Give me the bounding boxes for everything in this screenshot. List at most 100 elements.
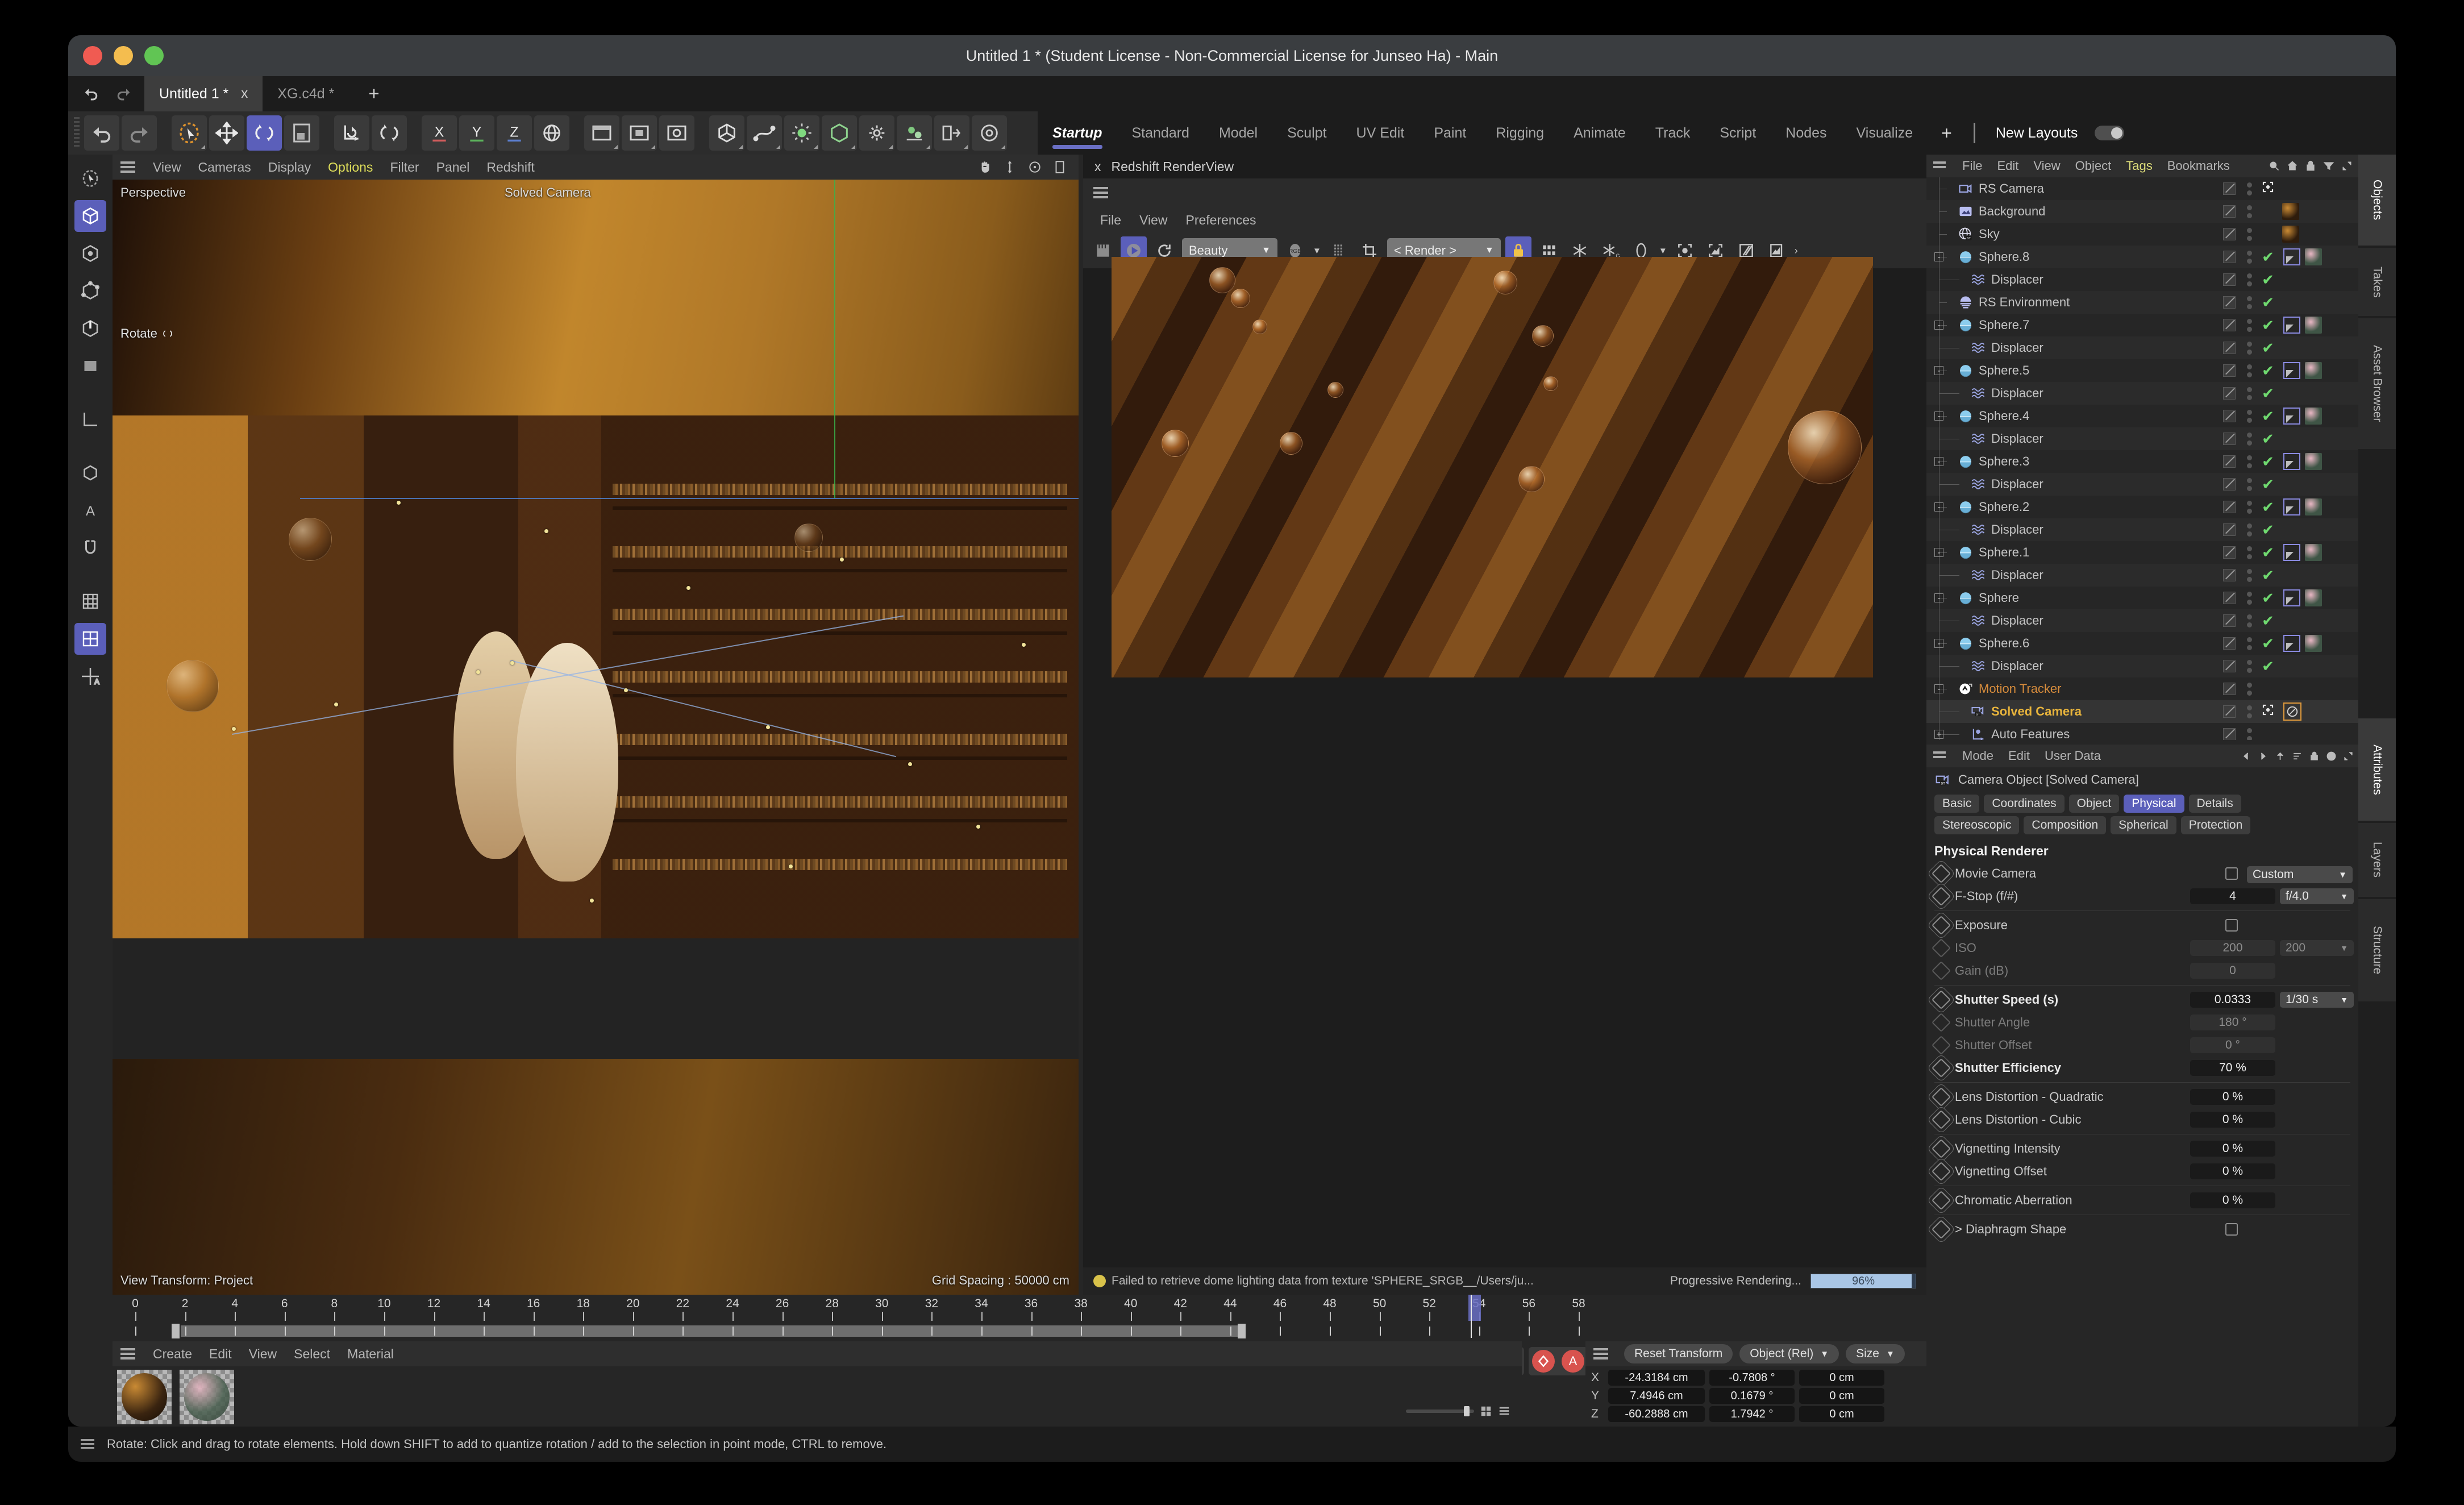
object-menu-edit[interactable]: Edit <box>1989 159 2026 173</box>
thumbnail-size-slider[interactable] <box>1406 1406 1474 1416</box>
object-menu-tags[interactable]: Tags <box>2118 159 2159 173</box>
minimize-window-button[interactable] <box>114 46 133 65</box>
viewport-menu-cameras[interactable]: Cameras <box>189 160 259 175</box>
visibility-dots[interactable] <box>2244 182 2255 196</box>
keyframe-diamond-icon[interactable] <box>1932 1139 1951 1158</box>
editor-visibility-toggle[interactable] <box>2223 455 2236 468</box>
point-mode-button[interactable] <box>74 275 106 307</box>
selection-tag[interactable] <box>2283 248 2300 265</box>
enable-checkmark-icon[interactable]: ✔ <box>2258 498 2278 516</box>
expand-toggle-icon[interactable]: - <box>1934 684 1943 693</box>
enable-checkmark-icon[interactable]: ✔ <box>2258 453 2278 471</box>
enable-checkmark-icon[interactable]: ✔ <box>2258 476 2278 493</box>
layout-tab-model[interactable]: Model <box>1204 111 1272 155</box>
enable-checkmark-icon[interactable]: ✔ <box>2258 544 2278 562</box>
list-view-icon[interactable] <box>1498 1405 1510 1417</box>
parameter-value-field[interactable]: 200 <box>2190 940 2275 956</box>
visibility-dots[interactable] <box>2244 432 2255 446</box>
visibility-dots[interactable] <box>2244 273 2255 286</box>
render-view-button[interactable] <box>584 115 619 151</box>
new-layouts-button[interactable]: New Layouts <box>1983 125 2091 142</box>
object-axis-mode-button[interactable] <box>74 238 106 269</box>
render-menu-view[interactable]: View <box>1130 213 1176 228</box>
add-cube-button[interactable] <box>709 115 744 151</box>
keyframe-diamond-icon[interactable] <box>1932 1220 1951 1239</box>
coordinate-mode-select[interactable]: Object (Rel) ▼ <box>1739 1344 1839 1363</box>
enable-checkmark-icon[interactable]: ✔ <box>2258 271 2278 289</box>
toolbar-grip[interactable] <box>74 117 80 149</box>
enable-checkmark-icon[interactable]: ✔ <box>2258 658 2278 675</box>
expand-toggle-icon[interactable]: - <box>1934 366 1943 375</box>
parameter-value-field[interactable]: 0 % <box>2190 1192 2275 1208</box>
parameter-value-field[interactable]: 0.0333 <box>2190 992 2275 1008</box>
material-tag-thumbnail[interactable] <box>2305 589 2322 606</box>
scale-tool-button[interactable] <box>284 115 319 151</box>
lock-z-axis-button[interactable]: Z <box>497 115 532 151</box>
editor-visibility-toggle[interactable] <box>2223 364 2236 377</box>
object-menu-bookmarks[interactable]: Bookmarks <box>2160 159 2237 173</box>
editor-visibility-toggle[interactable] <box>2223 182 2236 195</box>
enable-checkmark-icon[interactable]: ✔ <box>2258 635 2278 652</box>
enable-checkmark-icon[interactable]: ✔ <box>2258 408 2278 425</box>
editor-visibility-toggle[interactable] <box>2223 478 2236 490</box>
object-list-item[interactable]: - Sphere.8 ✔ <box>1926 246 2358 268</box>
parameter-value-field[interactable]: 180 ° <box>2190 1015 2275 1030</box>
hamburger-icon[interactable] <box>120 161 135 173</box>
parameter-dropdown[interactable]: 200 ▼ <box>2280 940 2354 956</box>
object-list-item[interactable]: Displacer ✔ <box>1926 382 2358 405</box>
selection-tag[interactable] <box>2283 453 2300 470</box>
object-list-item[interactable]: RS Camera <box>1926 177 2358 200</box>
add-spline-button[interactable] <box>747 115 782 151</box>
parameter-value-field[interactable]: 0 % <box>2190 1089 2275 1105</box>
expand-toggle-icon[interactable]: - <box>1934 252 1943 261</box>
timeline-range-bar[interactable] <box>113 1321 1926 1338</box>
expand-toggle-icon[interactable]: - <box>1934 502 1943 512</box>
add-xpresso-button[interactable] <box>972 115 1007 151</box>
visibility-dots[interactable] <box>2244 614 2255 627</box>
visibility-dots[interactable] <box>2244 318 2255 332</box>
enable-checkmark-icon[interactable]: ✔ <box>2258 294 2278 311</box>
parameter-value-field[interactable]: 0 ° <box>2190 1037 2275 1053</box>
add-camera-button[interactable] <box>822 115 857 151</box>
visibility-dots[interactable] <box>2244 386 2255 400</box>
layout-tab-startup[interactable]: Startup <box>1038 111 1117 155</box>
attribute-menu-user-data[interactable]: User Data <box>2037 749 2108 763</box>
visibility-dots[interactable] <box>2244 364 2255 377</box>
material-tag-thumbnail[interactable] <box>2305 408 2322 425</box>
material-thumbnail[interactable] <box>180 1370 234 1424</box>
keyframe-diamond-icon[interactable] <box>1932 1058 1951 1078</box>
material-item[interactable]: Mat <box>117 1370 172 1427</box>
expand-toggle-icon[interactable]: - <box>1934 411 1943 421</box>
hamburger-icon[interactable] <box>1093 187 1108 198</box>
protection-tag[interactable] <box>2283 702 2301 721</box>
material-tag-thumbnail[interactable] <box>2282 226 2299 243</box>
material-menu-view[interactable]: View <box>240 1346 285 1362</box>
enable-checkmark-icon[interactable]: ✔ <box>2258 430 2278 448</box>
attribute-menu-mode[interactable]: Mode <box>1955 749 2001 763</box>
viewport-menu-filter[interactable]: Filter <box>381 160 427 175</box>
editor-visibility-toggle[interactable] <box>2223 273 2236 286</box>
expand-toggle-icon[interactable]: - <box>1934 593 1943 602</box>
object-list-item[interactable]: ST Solved Camera <box>1926 700 2358 723</box>
object-list-item[interactable]: - Motion Tracker <box>1926 677 2358 700</box>
parameter-value-field[interactable]: 70 % <box>2190 1060 2275 1076</box>
layout-tab-uv-edit[interactable]: UV Edit <box>1342 111 1420 155</box>
enable-checkmark-icon[interactable]: ✔ <box>2258 339 2278 357</box>
redo-button[interactable] <box>122 115 157 151</box>
object-list-item[interactable]: Displacer ✔ <box>1926 473 2358 496</box>
attribute-tab-details[interactable]: Details <box>2188 795 2241 813</box>
position-field[interactable]: -24.3184 cm <box>1608 1370 1705 1386</box>
editor-visibility-toggle[interactable] <box>2223 228 2236 240</box>
material-tag-thumbnail[interactable] <box>2305 453 2322 470</box>
rotate-tool-button[interactable] <box>247 115 282 151</box>
keyframe-diamond-icon[interactable] <box>1932 1191 1951 1210</box>
render-region-button[interactable] <box>622 115 657 151</box>
add-light-button[interactable] <box>784 115 819 151</box>
object-list-item[interactable]: Displacer ✔ <box>1926 427 2358 450</box>
visibility-dots[interactable] <box>2244 250 2255 264</box>
attribute-tab-basic[interactable]: Basic <box>1934 795 1980 813</box>
layout-tab-script[interactable]: Script <box>1705 111 1771 155</box>
undo-redo-group[interactable] <box>68 76 144 111</box>
visibility-dots[interactable] <box>2244 727 2255 740</box>
parameter-checkbox[interactable] <box>2225 919 2238 932</box>
